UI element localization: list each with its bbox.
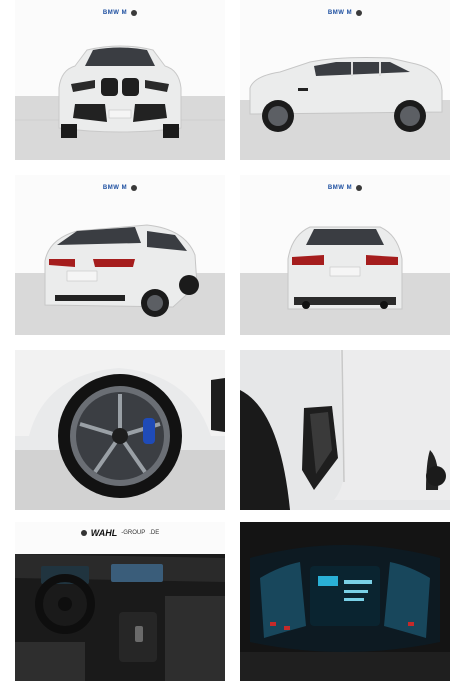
side-vent-image	[240, 350, 450, 510]
brand-logo-text: BMW M	[102, 185, 128, 191]
brand-logo-text: BMW M	[327, 185, 353, 191]
photo-side-view[interactable]: BMW M	[240, 0, 450, 160]
rear-three-quarter-image	[15, 175, 225, 335]
side-view-image	[240, 0, 450, 160]
bmw-roundel-icon	[356, 10, 363, 16]
showroom-logos: BMW M	[240, 10, 450, 16]
photo-rear-view[interactable]: BMW M	[240, 175, 450, 335]
photo-instrument-cluster[interactable]	[240, 522, 450, 681]
photo-front-view[interactable]: BMW M	[15, 0, 225, 160]
bmw-roundel-icon	[356, 185, 363, 191]
bmw-roundel-icon	[80, 530, 87, 536]
front-view-image	[15, 0, 225, 160]
brand-logo-text: BMW M	[102, 10, 128, 16]
photo-interior-cockpit[interactable]: WAHL -GROUP .DE	[15, 522, 225, 681]
dealer-brand-suffix: -GROUP	[121, 530, 146, 536]
showroom-logos: BMW M	[240, 185, 450, 191]
interior-cockpit-image	[15, 522, 225, 681]
dealer-banner: WAHL -GROUP .DE	[15, 528, 225, 538]
bmw-roundel-icon	[131, 10, 138, 16]
photo-wheel-detail[interactable]	[15, 350, 225, 510]
wheel-detail-image	[15, 350, 225, 510]
dealer-brand-name: WAHL	[90, 528, 118, 538]
brand-logo-text: BMW M	[327, 10, 353, 16]
dealer-brand-tld: .DE	[149, 530, 160, 536]
bmw-roundel-icon	[131, 185, 138, 191]
instrument-cluster-image	[240, 522, 450, 681]
photo-rear-three-quarter-view[interactable]: BMW M	[15, 175, 225, 335]
showroom-logos: BMW M	[15, 185, 225, 191]
photo-side-vent-detail[interactable]	[240, 350, 450, 510]
rear-view-image	[240, 175, 450, 335]
showroom-logos: BMW M	[15, 10, 225, 16]
